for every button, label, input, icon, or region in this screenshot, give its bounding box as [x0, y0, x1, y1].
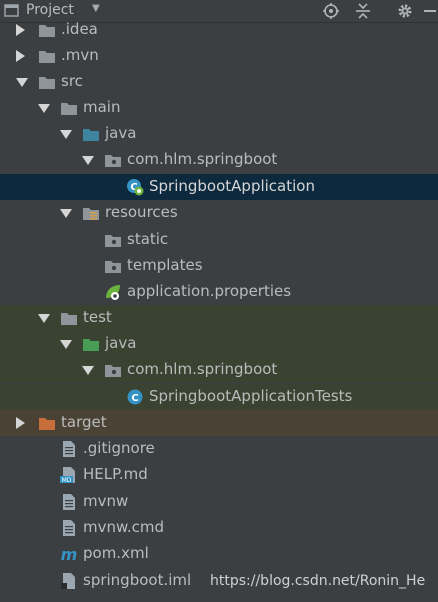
tree-node-label: com.hlm.springboot: [127, 360, 278, 378]
tree-node[interactable]: MD HELP.md: [0, 462, 438, 488]
tree-node[interactable]: .mvn: [0, 43, 438, 69]
tree-node-label: test: [83, 308, 112, 326]
panel-title[interactable]: Project: [26, 2, 74, 18]
text-file-icon: [60, 493, 78, 511]
tree-node[interactable]: resources: [0, 200, 438, 226]
maven-file-icon: m: [60, 545, 78, 564]
tree-node[interactable]: mvnw: [0, 489, 438, 515]
tree-node[interactable]: target: [0, 410, 438, 436]
tree-node-label: main: [83, 98, 121, 116]
tree-node-label: target: [61, 413, 107, 431]
package-icon: [104, 257, 122, 275]
source-folder-icon: [82, 125, 100, 143]
test-folder-icon: [82, 335, 100, 353]
tree-node[interactable]: java: [0, 121, 438, 147]
tree-node-label: mvnw: [83, 492, 129, 510]
tree-node-label: HELP.md: [83, 465, 148, 483]
tree-node[interactable]: C SpringbootApplicationTests: [0, 384, 438, 410]
tree-node-label: application.properties: [127, 282, 292, 300]
tree-node-label: springboot.iml: [83, 571, 192, 589]
tree-node[interactable]: com.hlm.springboot: [0, 357, 438, 383]
tree-node-label: templates: [127, 256, 203, 274]
md-file-icon: MD: [60, 466, 78, 484]
folder-icon: [60, 99, 78, 117]
tree-node-label: SpringbootApplication: [149, 177, 315, 195]
tree-node[interactable]: static: [0, 227, 438, 253]
class-icon: C: [126, 388, 144, 406]
tree-node-label: SpringbootApplicationTests: [149, 387, 353, 405]
chevron-down-icon[interactable]: [38, 314, 50, 323]
tree-node-label: java: [105, 124, 137, 142]
tree-node[interactable]: C SpringbootApplication: [0, 174, 438, 200]
chevron-right-icon[interactable]: [16, 24, 25, 36]
chevron-down-icon[interactable]: ▼: [92, 3, 100, 14]
svg-text:C: C: [131, 393, 138, 404]
tree-node-label: .mvn: [61, 46, 99, 64]
chevron-down-icon[interactable]: [82, 366, 94, 375]
tree-node[interactable]: main: [0, 95, 438, 121]
tree-node-label: resources: [105, 203, 178, 221]
svg-text:MD: MD: [62, 477, 72, 484]
iml-file-icon: [60, 572, 78, 590]
tree-node[interactable]: mvnw.cmd: [0, 515, 438, 541]
tree-node[interactable]: com.hlm.springboot: [0, 147, 438, 173]
chevron-down-icon[interactable]: [60, 340, 72, 349]
tree-node-label: static: [127, 230, 169, 248]
package-icon: [104, 231, 122, 249]
watermark: https://blog.csdn.net/Ronin_He: [210, 573, 426, 589]
folder-icon: [38, 21, 56, 39]
tree-node-label: com.hlm.springboot: [127, 150, 278, 168]
tree-node[interactable]: .gitignore: [0, 436, 438, 462]
spring-class-icon: C: [126, 178, 144, 196]
tree-node[interactable]: templates: [0, 253, 438, 279]
tree-node[interactable]: .idea: [0, 17, 438, 43]
chevron-down-icon[interactable]: [60, 130, 72, 139]
chevron-right-icon[interactable]: [16, 417, 25, 429]
package-icon: [104, 151, 122, 169]
tree-node-label: .gitignore: [83, 439, 155, 457]
folder-icon: [60, 309, 78, 327]
tree-node-label: src: [61, 72, 83, 90]
partial-row: [0, 594, 438, 602]
chevron-right-icon[interactable]: [16, 50, 25, 62]
chevron-down-icon[interactable]: [16, 78, 28, 87]
svg-text:m: m: [61, 545, 78, 563]
chevron-down-icon[interactable]: [38, 104, 50, 113]
tree-node[interactable]: m pom.xml: [0, 541, 438, 567]
chevron-down-icon[interactable]: [60, 209, 72, 218]
package-icon: [104, 361, 122, 379]
project-icon: [4, 4, 19, 17]
text-file-icon: [60, 519, 78, 537]
text-file-icon: [60, 440, 78, 458]
tree-node[interactable]: application.properties: [0, 279, 438, 305]
tree-node[interactable]: src: [0, 69, 438, 95]
tree-node[interactable]: test: [0, 305, 438, 331]
chevron-down-icon[interactable]: [82, 156, 94, 165]
tree-node-label: pom.xml: [83, 544, 149, 562]
spring-properties-icon: [104, 283, 122, 301]
excluded-folder-icon: [38, 414, 56, 432]
resources-folder-icon: [82, 204, 100, 222]
tree-node-label: java: [105, 334, 137, 352]
folder-icon: [38, 47, 56, 65]
tree-node[interactable]: java: [0, 331, 438, 357]
tree-node-label: .idea: [61, 20, 98, 38]
folder-icon: [38, 73, 56, 91]
tree-node-label: mvnw.cmd: [83, 518, 165, 536]
